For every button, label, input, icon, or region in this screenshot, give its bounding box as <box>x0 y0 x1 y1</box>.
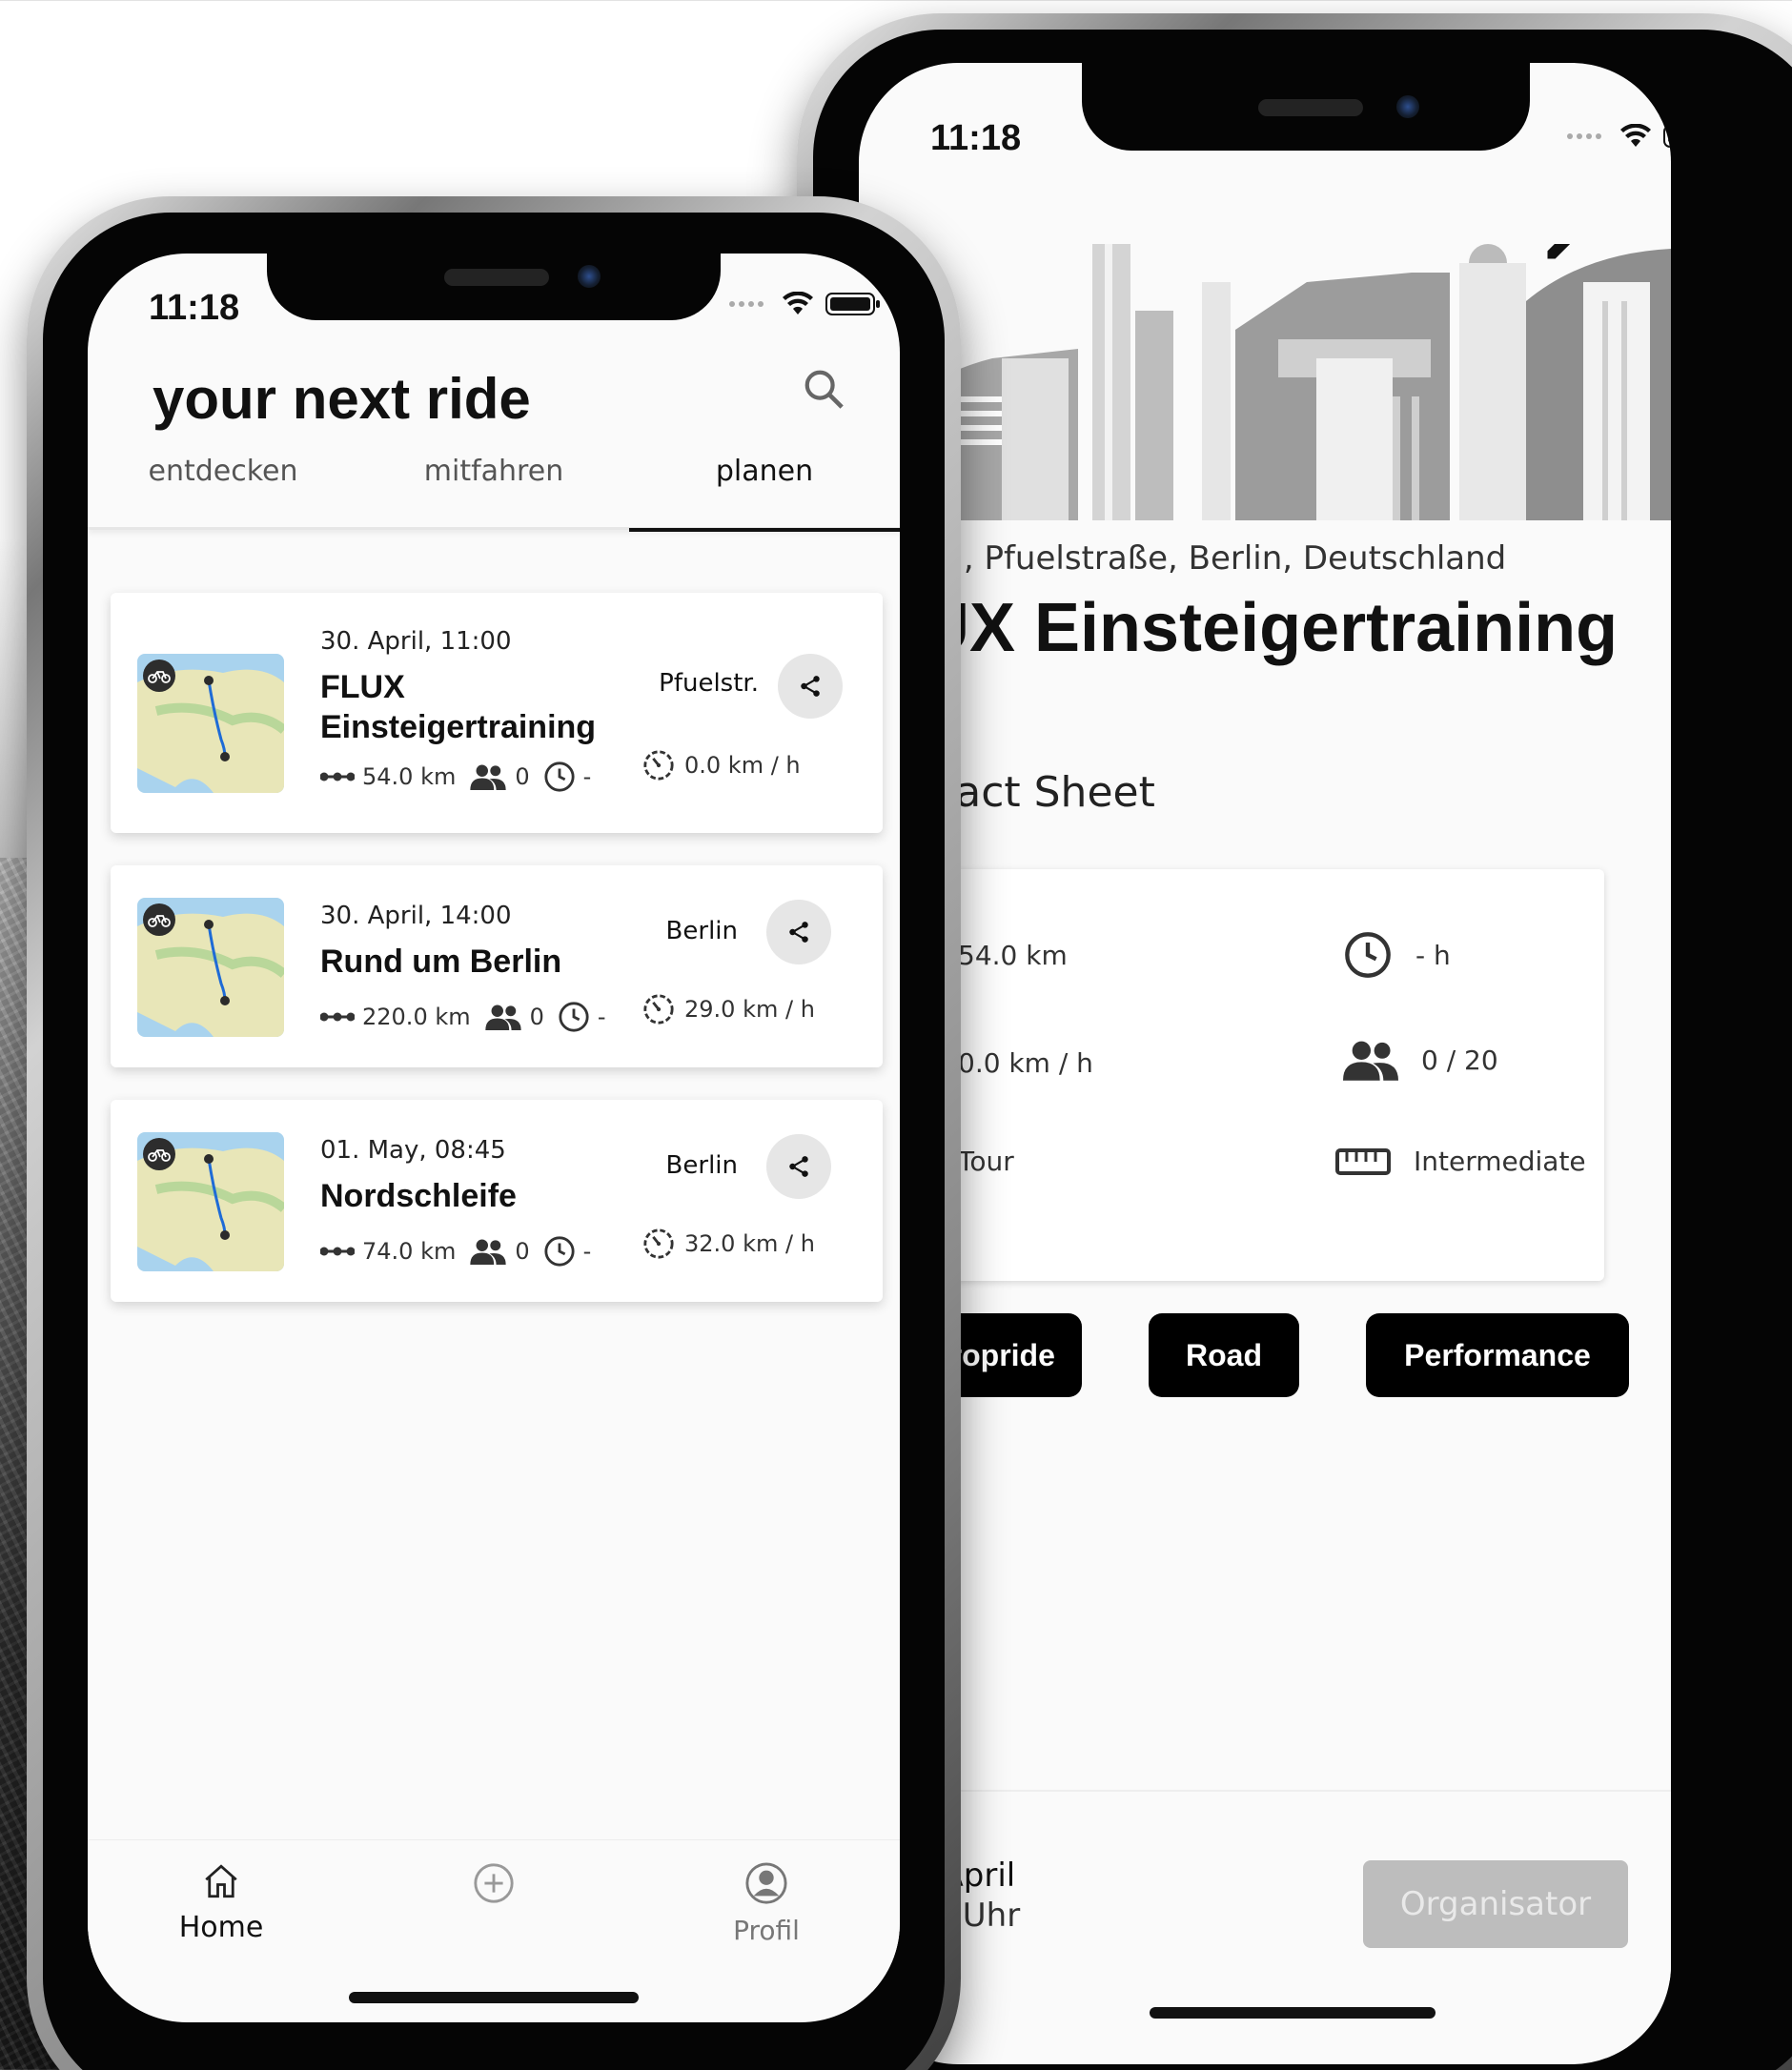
event-title: LUX Einsteigertraining <box>878 590 1619 666</box>
event-location: xBau, Pfuelstraße, Berlin, Deutschland <box>882 539 1507 578</box>
share-icon <box>789 1156 808 1177</box>
tab-planen[interactable]: planen <box>629 415 900 532</box>
skyline-illustration <box>859 244 1671 520</box>
home-icon <box>205 1864 237 1898</box>
more-icon[interactable] <box>1602 244 1648 246</box>
front-phone: 11:18 your next ride entdecken mitfahren… <box>27 196 961 2070</box>
search-icon[interactable] <box>802 367 845 411</box>
hero-skyline <box>859 244 1671 520</box>
ride-stats: 74.0 km 0 - <box>320 1235 604 1268</box>
home-indicator <box>1150 2007 1436 2019</box>
tag-chip-performance[interactable]: Performance <box>1366 1313 1629 1397</box>
tab-bar: entdecken mitfahren planen <box>88 415 900 532</box>
group-icon <box>470 1239 507 1265</box>
bike-icon <box>143 903 175 936</box>
ride-stats: 220.0 km 0 - <box>320 1001 620 1033</box>
nav-home-label: Home <box>178 1911 264 1944</box>
fact-sheet-card: 54.0 km - h 0.0 km / h 0 / 20 Tour Inter… <box>859 869 1604 1281</box>
status-bar: 11:18 <box>88 254 900 330</box>
share-button[interactable] <box>766 1134 831 1199</box>
ride-name: Rund um Berlin <box>320 944 562 980</box>
ride-date: 30. April, 11:00 <box>320 627 512 656</box>
bike-icon <box>143 660 175 692</box>
ride-speed: 32.0 km / h <box>642 1228 815 1260</box>
ride-place: Berlin <box>665 917 738 945</box>
clock-icon <box>559 1002 589 1032</box>
group-icon <box>1343 1041 1398 1081</box>
ride-speed: 0.0 km / h <box>642 749 801 781</box>
status-bar: 11:18 <box>859 63 1671 158</box>
clock-icon <box>1345 932 1391 978</box>
clock-icon <box>544 1236 575 1267</box>
distance-icon <box>320 1247 355 1256</box>
share-button[interactable] <box>766 900 831 964</box>
tag-chip-road[interactable]: Road <box>1149 1313 1299 1397</box>
ruler-icon <box>1335 1147 1391 1175</box>
ride-place: Berlin <box>665 1151 738 1180</box>
share-button[interactable] <box>778 654 843 719</box>
signal-icon <box>729 301 764 307</box>
nav-add[interactable] <box>398 1861 589 1909</box>
bottom-navigation: Home Profil <box>88 1839 900 1992</box>
ride-speed: 29.0 km / h <box>642 993 815 1025</box>
distance-icon <box>320 1012 355 1022</box>
fact-participants: 0 / 20 <box>1343 1039 1498 1081</box>
ride-stats: 54.0 km 0 - <box>320 761 604 793</box>
ride-date: 01. May, 08:45 <box>320 1136 506 1165</box>
bike-icon <box>143 1138 175 1170</box>
share-icon <box>801 676 820 697</box>
group-icon <box>484 1005 521 1030</box>
speed-icon <box>643 994 674 1025</box>
nav-profile[interactable]: Profil <box>671 1861 862 1946</box>
ride-date: 30. April, 14:00 <box>320 902 512 930</box>
wifi-icon <box>783 292 813 315</box>
tab-mitfahren[interactable]: mitfahren <box>358 415 629 529</box>
fact-duration: - h <box>1343 930 1451 980</box>
status-time: 11:18 <box>930 118 1022 158</box>
ride-card[interactable]: 30. April, 14:00 Rund um Berlin 220.0 km… <box>111 865 883 1067</box>
share-icon <box>789 922 808 943</box>
ride-name: Nordschleife <box>320 1178 517 1214</box>
route-map-thumbnail <box>137 654 284 793</box>
profile-icon <box>745 1862 787 1904</box>
home-indicator <box>349 1992 639 2003</box>
distance-icon <box>320 772 355 781</box>
speed-icon <box>643 750 674 781</box>
battery-icon <box>825 293 880 315</box>
organizer-button[interactable]: Organisator <box>1363 1860 1628 1948</box>
ride-card[interactable]: 30. April, 11:00 FLUX Einsteigertraining… <box>111 593 883 833</box>
fact-level: Intermediate <box>1335 1146 1586 1177</box>
nav-home[interactable]: Home <box>126 1861 316 1944</box>
event-footer: . 30. April 11:00 Uhr Organisator <box>859 1790 1671 1980</box>
ride-card[interactable]: 01. May, 08:45 Nordschleife 74.0 km 0 - … <box>111 1100 883 1302</box>
edit-icon[interactable] <box>1541 244 1591 265</box>
battery-icon <box>1663 125 1671 148</box>
group-icon <box>470 764 507 790</box>
route-map-thumbnail <box>137 898 284 1037</box>
add-circle-icon <box>474 1863 514 1903</box>
status-time: 11:18 <box>149 288 240 328</box>
rides-list-screen: 11:18 your next ride entdecken mitfahren… <box>88 254 900 2022</box>
event-detail-screen: 11:18 xBau, Pfuelstraße, Berlin, Deutsch… <box>859 63 1671 2064</box>
clock-icon <box>544 761 575 792</box>
route-map-thumbnail <box>137 1132 284 1271</box>
nav-profile-label: Profil <box>733 1915 800 1946</box>
tab-entdecken[interactable]: entdecken <box>88 415 358 529</box>
ride-name: FLUX Einsteigertraining <box>320 669 597 745</box>
wifi-icon <box>1620 124 1651 147</box>
speed-icon <box>643 1228 674 1259</box>
ride-place: Pfuelstr. <box>659 669 759 698</box>
signal-icon <box>1567 133 1601 139</box>
